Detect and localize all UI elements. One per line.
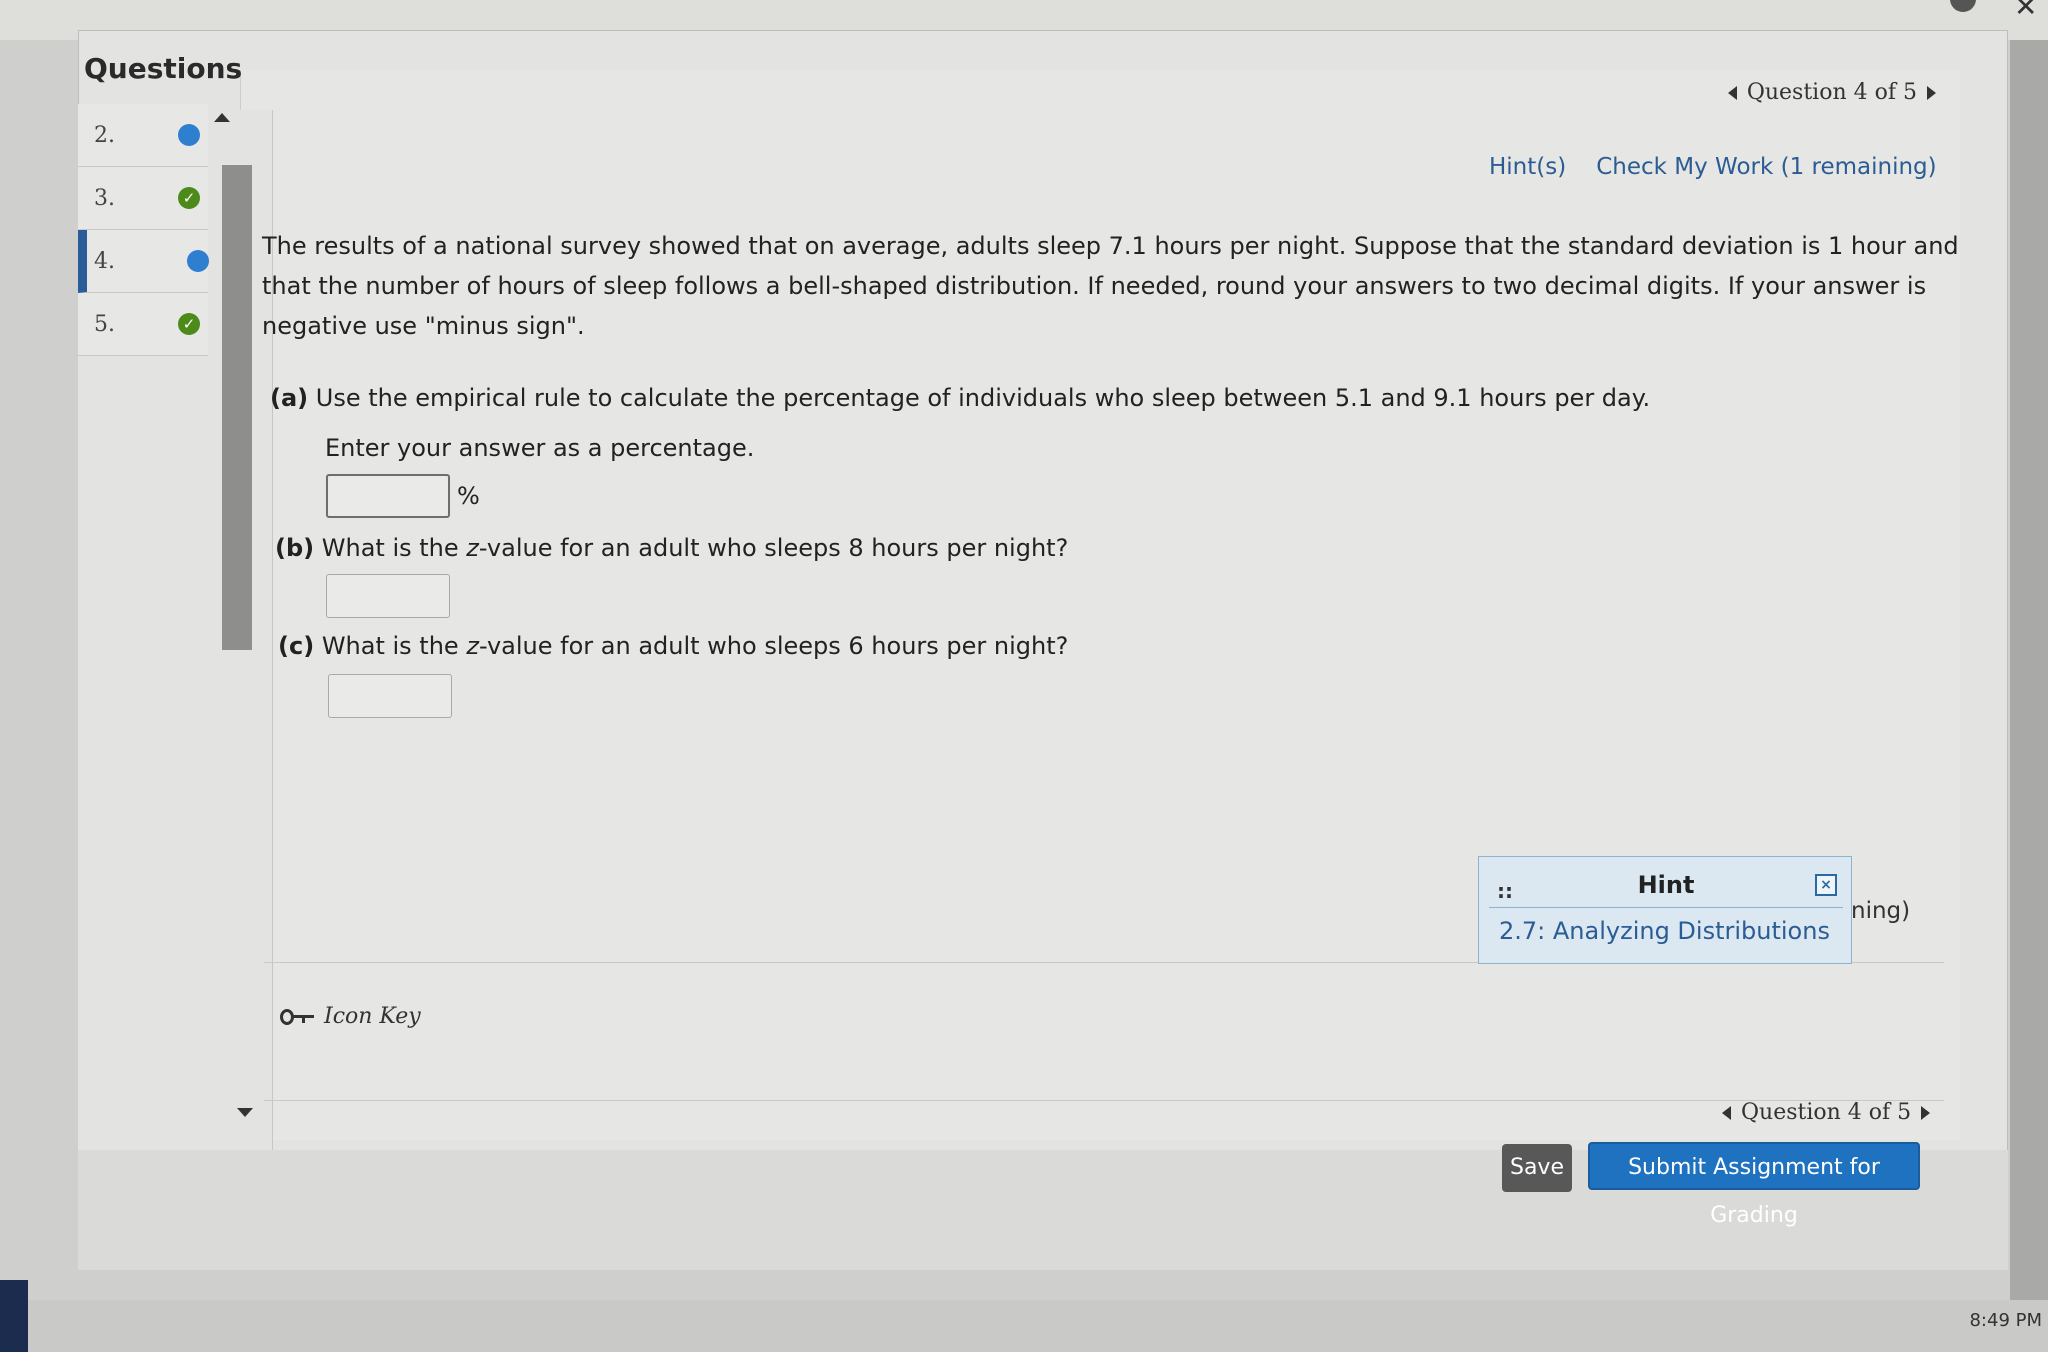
previous-question-icon[interactable] — [1727, 86, 1737, 100]
part-text-after: -value for an adult who sleeps 8 hours p… — [478, 534, 1069, 562]
submit-assignment-button[interactable]: Submit Assignment for Grading — [1588, 1142, 1920, 1228]
hint-popup: :: Hint × 2.7: Analyzing Distributions — [1478, 856, 1852, 964]
percent-unit: % — [457, 482, 480, 510]
in-progress-dot-icon — [178, 124, 200, 146]
part-b-answer-input[interactable] — [326, 574, 450, 618]
question-navigator-bottom[interactable]: Question 4 of 5 — [1722, 1100, 1931, 1125]
part-b-question: (b) What is the z-value for an adult who… — [275, 534, 1068, 562]
questions-heading: Questions — [84, 52, 243, 85]
part-label: (b) — [275, 534, 315, 562]
check-my-work-link[interactable]: Check My Work (1 remaining) — [1596, 154, 1936, 180]
checkmark-icon: ✓ — [178, 187, 200, 209]
question-item-4[interactable]: 4. — [78, 230, 209, 293]
part-a-question: (a) Use the empirical rule to calculate … — [270, 384, 1650, 412]
z-variable: z — [466, 534, 479, 562]
close-icon[interactable]: × — [1815, 874, 1837, 896]
previous-question-icon[interactable] — [1722, 1106, 1731, 1120]
question-tools: Hint(s) Check My Work (1 remaining) — [1489, 154, 1937, 180]
question-number: 4. — [94, 248, 115, 274]
question-item-5[interactable]: 5. ✓ — [78, 293, 208, 356]
taskbar-start-area[interactable] — [0, 1280, 28, 1352]
question-number: 3. — [94, 185, 115, 211]
save-button[interactable]: Save — [1502, 1144, 1572, 1192]
window-edge — [2010, 40, 2048, 1300]
part-text-before: What is the — [321, 534, 467, 562]
taskbar-clock[interactable]: 8:49 PM — [1969, 1310, 2042, 1331]
scroll-up-icon[interactable] — [214, 113, 230, 122]
part-c-answer-input[interactable] — [328, 674, 452, 718]
checkmark-icon: ✓ — [178, 313, 200, 335]
problem-statement: The results of a national survey showed … — [262, 232, 1959, 340]
z-variable: z — [466, 632, 479, 660]
part-a-instruction: Enter your answer as a percentage. — [325, 434, 755, 462]
taskbar — [0, 1300, 2048, 1352]
question-number: 2. — [94, 122, 115, 148]
next-question-icon[interactable] — [1927, 86, 1936, 100]
question-list: 2. 3. ✓ 4. 5. ✓ — [78, 104, 209, 356]
part-label: (c) — [278, 632, 315, 660]
in-progress-dot-icon — [187, 250, 209, 272]
next-question-icon[interactable] — [1921, 1106, 1931, 1120]
part-text: Use the empirical rule to calculate the … — [315, 384, 1651, 412]
key-icon — [280, 1009, 316, 1025]
question-indicator: Question 4 of 5 — [1746, 80, 1917, 105]
part-c-question: (c) What is the z-value for an adult who… — [278, 632, 1068, 660]
icon-key-label: Icon Key — [324, 1004, 421, 1029]
question-indicator: Question 4 of 5 — [1741, 1100, 1912, 1125]
divider — [264, 1100, 1944, 1101]
question-navigator-top[interactable]: Question 4 of 5 — [1727, 80, 1936, 105]
icon-key[interactable]: Icon Key — [280, 1004, 421, 1029]
divider — [1489, 907, 1843, 908]
close-icon[interactable]: ✕ — [2014, 0, 2037, 23]
hint-link[interactable]: 2.7: Analyzing Distributions — [1499, 917, 1830, 945]
part-text-before: What is the — [321, 632, 467, 660]
question-item-2[interactable]: 2. — [78, 104, 208, 167]
part-a-answer-input[interactable] — [326, 474, 450, 518]
question-number: 5. — [94, 311, 115, 337]
part-label: (a) — [270, 384, 309, 412]
scrollbar-thumb[interactable] — [222, 165, 252, 650]
obscured-text: ning) — [1851, 898, 1911, 924]
hint-title: Hint — [1637, 871, 1695, 899]
scroll-down-icon[interactable] — [237, 1108, 253, 1117]
part-text-after: -value for an adult who sleeps 6 hours p… — [478, 632, 1069, 660]
question-item-3[interactable]: 3. ✓ — [78, 167, 208, 230]
hints-link[interactable]: Hint(s) — [1489, 154, 1566, 180]
